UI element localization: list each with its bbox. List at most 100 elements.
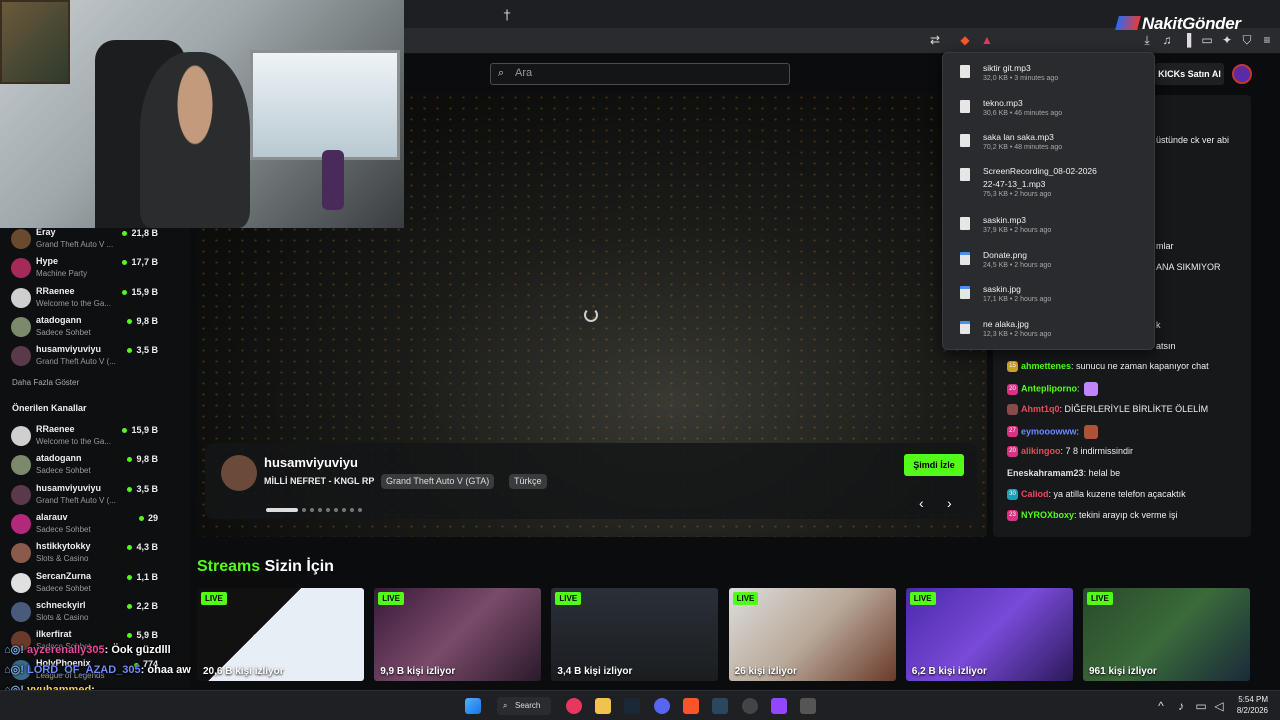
download-item[interactable]: saka lan saka.mp3 70,2 KB • 48 minutes ag… [943,132,1154,166]
brave-shield-icon[interactable]: ◆ [958,33,972,47]
carousel-prev-icon[interactable]: ‹ [919,495,924,511]
download-item[interactable]: tekno.mp3 30,6 KB • 46 minutes ago [943,98,1154,132]
watch-now-button[interactable]: Şimdi İzle [904,454,964,476]
carousel-next-icon[interactable]: › [947,495,952,511]
download-item[interactable]: saskin.mp3 37,9 KB • 2 hours ago [943,215,1154,249]
file-name-line2: 22-47-13_1.mp3 [983,179,1046,189]
sidebar-channel[interactable]: Hype Machine Party 17,7 B [11,256,186,284]
sidebar-channel[interactable]: RRaenee Welcome to the Ga... 15,9 B [11,424,186,452]
sidebar-channel[interactable]: atadogann Sadece Sohbet 9,8 B [11,453,186,481]
sidebar-channel[interactable]: SercanZurna Sadece Sohbet 1,1 B [11,571,186,599]
stream-thumbnail[interactable]: LIVE 6,2 B kişi izliyor [905,588,1073,681]
sidebar-channel[interactable]: schneckyirl Slots & Casino 2,2 B [11,600,186,628]
steam-icon[interactable] [624,698,640,714]
windows-start-icon[interactable] [465,698,481,714]
wallet-icon[interactable]: ▭ [1200,33,1214,47]
stream-thumbnail[interactable]: LIVE 3,4 B kişi izliyor [551,588,719,681]
tray-chevron-icon[interactable]: ^ [1154,699,1168,713]
channel-category: Welcome to the Ga... [36,298,111,308]
overlay-text: : ohaa aw [140,664,191,676]
category-tag[interactable]: Grand Theft Auto V (GTA) [381,474,495,489]
chat-username[interactable]: Antepliporno [1021,384,1077,394]
audio-file-icon [960,217,970,230]
opera-icon[interactable] [566,698,582,714]
sidebar-channel[interactable]: RRaenee Welcome to the Ga... 15,9 B [11,286,186,314]
download-item[interactable]: Donate.png 24,5 KB • 2 hours ago [943,250,1154,284]
streamer-name[interactable]: husamviyuviyu [264,455,358,470]
file-explorer-icon[interactable] [595,698,611,714]
carousel-dots[interactable] [266,501,366,519]
chat-fragment: k [1156,320,1161,330]
chat-message: 20 alikingoo: 7 8 indirmissindir [1007,446,1134,458]
file-name: saskin.jpg [983,284,1021,294]
translate-icon[interactable]: ⇄ [928,33,942,47]
vpn-shield-icon[interactable]: ⛉ [1240,33,1254,47]
chat-fragment: atsın [1156,341,1176,351]
chat-username[interactable]: ahmettenes [1021,361,1071,371]
streamer-avatar[interactable] [221,455,257,491]
chat-username[interactable]: NYROXboxy [1021,510,1074,520]
audio-file-icon [960,65,970,78]
featured-stream-card[interactable]: husamviyuviyu MİLLİ NEFRET - KNGL RP Gra… [205,443,977,519]
chat-username[interactable]: Ahmt1q0 [1021,404,1060,414]
subscriber-badge [1007,403,1018,415]
sidebar-channel[interactable]: alarauv Sadece Sohbet 29 [11,512,186,540]
stream-thumbnail[interactable]: LIVE 26 kişi izliyor [728,588,896,681]
file-meta: 32,0 KB • 3 minutes ago [983,75,1059,82]
file-meta: 70,2 KB • 48 minutes ago [983,144,1063,151]
music-icon[interactable]: ♫ [1160,33,1174,47]
sidebar-toggle-icon[interactable]: ▐ [1180,33,1194,47]
sidebar-channel[interactable]: hstikkytokky Slots & Casino 4,3 B [11,541,186,569]
loading-spinner-icon [584,308,598,322]
chat-text: 7 8 indirmissindir [1065,446,1134,457]
new-tab-icon[interactable]: + [500,6,514,20]
download-item[interactable]: ScreenRecording_08-02-2026 22-47-13_1.mp3… [943,166,1154,200]
volume-icon[interactable]: ◁ [1212,699,1226,713]
steam-alt-icon[interactable] [712,698,728,714]
buy-kicks-button[interactable]: KICKs Satın Al [1155,63,1224,85]
download-icon[interactable]: ⤓ [1140,33,1154,47]
clock[interactable]: 5:54 PM 8/2/2026 [1237,694,1268,716]
search-input[interactable]: ⌕ Ara [490,63,790,85]
stream-thumbnail[interactable]: LIVE 9,9 B kişi izliyor [374,588,542,681]
chat-username[interactable]: eymooowww [1021,426,1077,436]
language-tag[interactable]: Türkçe [509,474,547,489]
mic-icon[interactable]: ♪ [1174,699,1188,713]
sidebar-channel[interactable]: Eray Grand Theft Auto V ... 21,8 B [11,227,186,255]
chat-username[interactable]: Eneskahramam23 [1007,468,1084,478]
channel-avatar [11,316,31,337]
viewer-count: 29 [139,513,158,523]
stream-thumbnail[interactable]: LIVE 20,6 B kişi izliyor [197,588,364,681]
taskbar-search[interactable]: ⌕ Search [497,697,551,715]
audio-file-icon [960,100,970,113]
channel-avatar [11,572,31,593]
channel-avatar [11,455,31,476]
chat-username[interactable]: alikingoo [1021,446,1061,456]
sidebar-channel[interactable]: husamviyuviyu Grand Theft Auto V (... 3,5 … [11,344,186,372]
download-item[interactable]: siktir git.mp3 32,0 KB • 3 minutes ago [943,63,1154,97]
user-avatar[interactable] [1232,64,1252,84]
download-item[interactable]: ne alaka.jpg 12,3 KB • 2 hours ago [943,319,1154,353]
taskbar: ⌕ Search ^ ♪ ▭ ◁ 5:54 PM 8/2/2026 [0,690,1280,720]
sidebar-channel[interactable]: husamviyuviyu Grand Theft Auto V (... 3,5 … [11,483,186,511]
leo-ai-icon[interactable]: ✦ [1220,33,1234,47]
channel-category: Sadece Sohbet [36,524,91,534]
channel-avatar [11,543,31,564]
stream-thumbnail[interactable]: LIVE 961 kişi izliyor [1083,588,1250,681]
channel-name: SercanZurna [36,570,92,581]
streamlabs-icon[interactable] [771,698,787,714]
brave-icon[interactable] [683,698,699,714]
sidebar-channel[interactable]: atadogann Sadece Sohbet 9,8 B [11,315,186,343]
file-name: Donate.png [983,250,1027,260]
discord-icon[interactable] [654,698,670,714]
brave-rewards-icon[interactable]: ▲ [980,33,994,47]
download-item[interactable]: saskin.jpg 17,1 KB • 2 hours ago [943,284,1154,318]
obs-icon[interactable] [742,698,758,714]
network-icon[interactable]: ▭ [1194,699,1208,713]
chat-username[interactable]: Caliod [1021,489,1049,499]
app-icon[interactable] [800,698,816,714]
menu-icon[interactable]: ≡ [1260,33,1274,47]
show-more-link[interactable]: Daha Fazla Göster [12,378,79,387]
search-placeholder: Ara [515,67,533,79]
viewer-count: 15,9 B [122,287,158,297]
